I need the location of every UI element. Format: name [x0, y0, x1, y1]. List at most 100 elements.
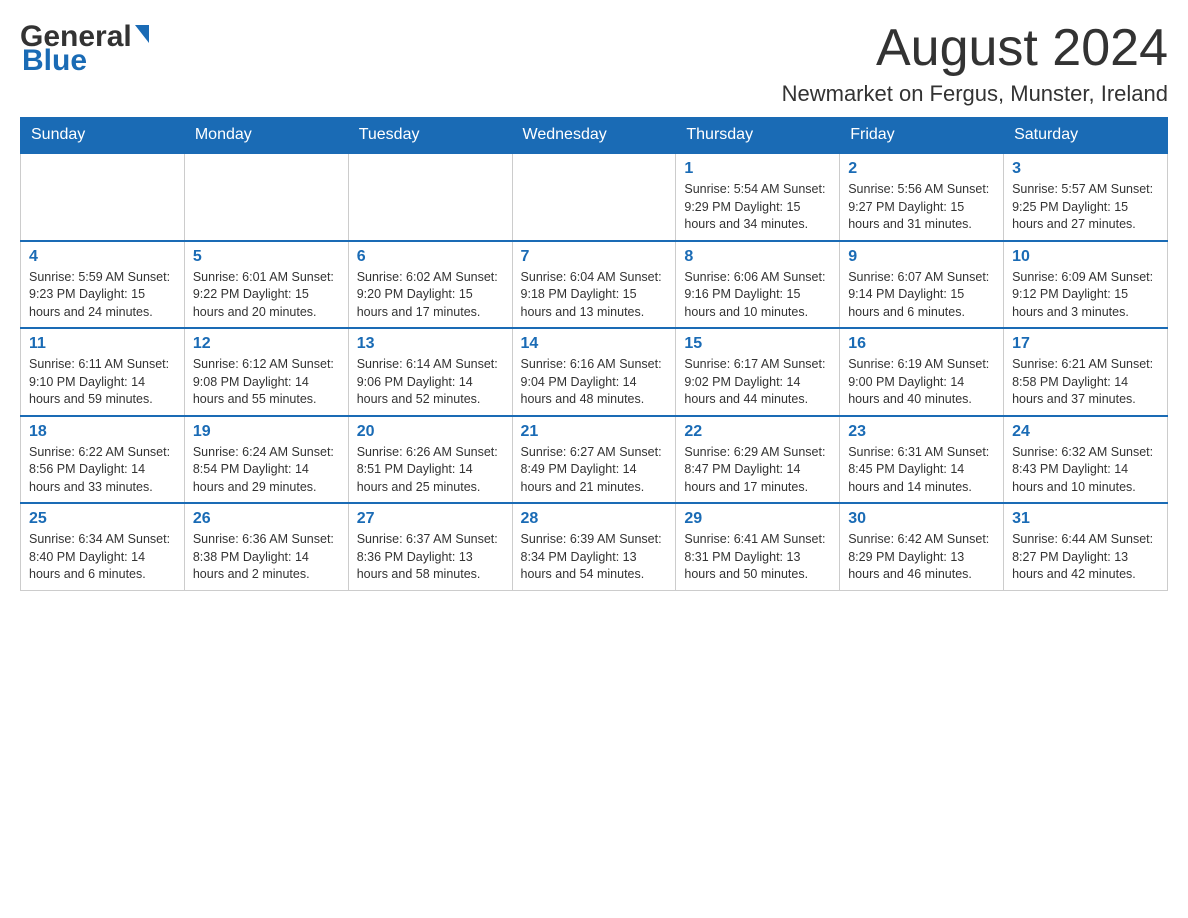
day-number: 18 [29, 423, 176, 441]
day-info: Sunrise: 6:16 AM Sunset: 9:04 PM Dayligh… [521, 356, 668, 409]
calendar-cell: 14 Sunrise: 6:16 AM Sunset: 9:04 PM Dayli… [512, 328, 676, 416]
day-number: 9 [848, 248, 995, 266]
logo: General Blue [20, 20, 149, 78]
day-info: Sunrise: 5:56 AM Sunset: 9:27 PM Dayligh… [848, 181, 995, 234]
day-number: 15 [684, 335, 831, 353]
column-header-tuesday: Tuesday [348, 118, 512, 154]
calendar-cell: 31 Sunrise: 6:44 AM Sunset: 8:27 PM Dayli… [1004, 503, 1168, 590]
day-number: 7 [521, 248, 668, 266]
day-info: Sunrise: 6:26 AM Sunset: 8:51 PM Dayligh… [357, 444, 504, 497]
day-info: Sunrise: 6:19 AM Sunset: 9:00 PM Dayligh… [848, 356, 995, 409]
calendar-cell: 24Sunrise: 6:32 AM Sunset: 8:43 PM Dayli… [1004, 416, 1168, 504]
calendar-cell: 17 Sunrise: 6:21 AM Sunset: 8:58 PM Dayli… [1004, 328, 1168, 416]
day-number: 19 [193, 423, 340, 441]
calendar-cell: 6Sunrise: 6:02 AM Sunset: 9:20 PM Daylig… [348, 241, 512, 329]
day-info: Sunrise: 6:31 AM Sunset: 8:45 PM Dayligh… [848, 444, 995, 497]
calendar-table: SundayMondayTuesdayWednesdayThursdayFrid… [20, 117, 1168, 591]
day-info: Sunrise: 6:42 AM Sunset: 8:29 PM Dayligh… [848, 531, 995, 584]
day-number: 25 [29, 510, 176, 528]
day-number: 14 [521, 335, 668, 353]
calendar-cell: 15 Sunrise: 6:17 AM Sunset: 9:02 PM Dayli… [676, 328, 840, 416]
calendar-cell: 3 Sunrise: 5:57 AM Sunset: 9:25 PM Daylig… [1004, 153, 1168, 241]
calendar-cell: 18 Sunrise: 6:22 AM Sunset: 8:56 PM Dayli… [21, 416, 185, 504]
day-info: Sunrise: 6:44 AM Sunset: 8:27 PM Dayligh… [1012, 531, 1159, 584]
day-info: Sunrise: 6:36 AM Sunset: 8:38 PM Dayligh… [193, 531, 340, 584]
column-header-sunday: Sunday [21, 118, 185, 154]
column-header-thursday: Thursday [676, 118, 840, 154]
day-number: 17 [1012, 335, 1159, 353]
day-info: Sunrise: 6:27 AM Sunset: 8:49 PM Dayligh… [521, 444, 668, 497]
calendar-cell: 7 Sunrise: 6:04 AM Sunset: 9:18 PM Daylig… [512, 241, 676, 329]
day-info: Sunrise: 6:22 AM Sunset: 8:56 PM Dayligh… [29, 444, 176, 497]
logo-blue-text: Blue [22, 44, 87, 78]
day-info: Sunrise: 6:14 AM Sunset: 9:06 PM Dayligh… [357, 356, 504, 409]
week-row-4: 18 Sunrise: 6:22 AM Sunset: 8:56 PM Dayli… [21, 416, 1168, 504]
day-number: 13 [357, 335, 504, 353]
calendar-cell: 10 Sunrise: 6:09 AM Sunset: 9:12 PM Dayli… [1004, 241, 1168, 329]
calendar-cell: 9 Sunrise: 6:07 AM Sunset: 9:14 PM Daylig… [840, 241, 1004, 329]
calendar-cell: 2 Sunrise: 5:56 AM Sunset: 9:27 PM Daylig… [840, 153, 1004, 241]
day-info: Sunrise: 6:21 AM Sunset: 8:58 PM Dayligh… [1012, 356, 1159, 409]
location-title: Newmarket on Fergus, Munster, Ireland [782, 81, 1168, 107]
calendar-cell [348, 153, 512, 241]
column-header-monday: Monday [184, 118, 348, 154]
calendar-cell: 22 Sunrise: 6:29 AM Sunset: 8:47 PM Dayli… [676, 416, 840, 504]
calendar-cell: 8 Sunrise: 6:06 AM Sunset: 9:16 PM Daylig… [676, 241, 840, 329]
day-info: Sunrise: 6:34 AM Sunset: 8:40 PM Dayligh… [29, 531, 176, 584]
calendar-cell: 19 Sunrise: 6:24 AM Sunset: 8:54 PM Dayli… [184, 416, 348, 504]
day-number: 26 [193, 510, 340, 528]
day-number: 11 [29, 335, 176, 353]
day-number: 29 [684, 510, 831, 528]
day-number: 20 [357, 423, 504, 441]
day-info: Sunrise: 6:29 AM Sunset: 8:47 PM Dayligh… [684, 444, 831, 497]
day-info: Sunrise: 6:07 AM Sunset: 9:14 PM Dayligh… [848, 269, 995, 322]
day-number: 2 [848, 160, 995, 178]
day-info: Sunrise: 5:57 AM Sunset: 9:25 PM Dayligh… [1012, 181, 1159, 234]
day-number: 16 [848, 335, 995, 353]
calendar-cell: 20 Sunrise: 6:26 AM Sunset: 8:51 PM Dayli… [348, 416, 512, 504]
calendar-cell: 23 Sunrise: 6:31 AM Sunset: 8:45 PM Dayli… [840, 416, 1004, 504]
day-number: 12 [193, 335, 340, 353]
day-info: Sunrise: 6:01 AM Sunset: 9:22 PM Dayligh… [193, 269, 340, 322]
calendar-cell: 29 Sunrise: 6:41 AM Sunset: 8:31 PM Dayli… [676, 503, 840, 590]
calendar-cell: 1 Sunrise: 5:54 AM Sunset: 9:29 PM Daylig… [676, 153, 840, 241]
week-row-5: 25 Sunrise: 6:34 AM Sunset: 8:40 PM Dayli… [21, 503, 1168, 590]
day-number: 22 [684, 423, 831, 441]
calendar-cell: 4 Sunrise: 5:59 AM Sunset: 9:23 PM Daylig… [21, 241, 185, 329]
day-info: Sunrise: 6:12 AM Sunset: 9:08 PM Dayligh… [193, 356, 340, 409]
logo-arrow-icon [135, 25, 149, 43]
calendar-cell: 25 Sunrise: 6:34 AM Sunset: 8:40 PM Dayli… [21, 503, 185, 590]
column-header-wednesday: Wednesday [512, 118, 676, 154]
day-info: Sunrise: 6:37 AM Sunset: 8:36 PM Dayligh… [357, 531, 504, 584]
day-info: Sunrise: 6:06 AM Sunset: 9:16 PM Dayligh… [684, 269, 831, 322]
calendar-cell: 11Sunrise: 6:11 AM Sunset: 9:10 PM Dayli… [21, 328, 185, 416]
day-number: 8 [684, 248, 831, 266]
day-number: 27 [357, 510, 504, 528]
day-info: Sunrise: 6:17 AM Sunset: 9:02 PM Dayligh… [684, 356, 831, 409]
day-number: 24 [1012, 423, 1159, 441]
calendar-cell: 21 Sunrise: 6:27 AM Sunset: 8:49 PM Dayli… [512, 416, 676, 504]
day-number: 10 [1012, 248, 1159, 266]
day-info: Sunrise: 5:54 AM Sunset: 9:29 PM Dayligh… [684, 181, 831, 234]
day-number: 31 [1012, 510, 1159, 528]
week-row-1: 1 Sunrise: 5:54 AM Sunset: 9:29 PM Daylig… [21, 153, 1168, 241]
month-title: August 2024 [782, 20, 1168, 77]
day-number: 21 [521, 423, 668, 441]
calendar-cell: 26 Sunrise: 6:36 AM Sunset: 8:38 PM Dayli… [184, 503, 348, 590]
week-row-2: 4 Sunrise: 5:59 AM Sunset: 9:23 PM Daylig… [21, 241, 1168, 329]
day-number: 3 [1012, 160, 1159, 178]
day-info: Sunrise: 6:24 AM Sunset: 8:54 PM Dayligh… [193, 444, 340, 497]
calendar-cell: 27 Sunrise: 6:37 AM Sunset: 8:36 PM Dayli… [348, 503, 512, 590]
column-header-saturday: Saturday [1004, 118, 1168, 154]
day-info: Sunrise: 6:09 AM Sunset: 9:12 PM Dayligh… [1012, 269, 1159, 322]
day-number: 1 [684, 160, 831, 178]
day-info: Sunrise: 5:59 AM Sunset: 9:23 PM Dayligh… [29, 269, 176, 322]
day-number: 6 [357, 248, 504, 266]
day-info: Sunrise: 6:41 AM Sunset: 8:31 PM Dayligh… [684, 531, 831, 584]
week-row-3: 11Sunrise: 6:11 AM Sunset: 9:10 PM Dayli… [21, 328, 1168, 416]
calendar-cell: 28Sunrise: 6:39 AM Sunset: 8:34 PM Dayli… [512, 503, 676, 590]
column-header-friday: Friday [840, 118, 1004, 154]
day-info: Sunrise: 6:04 AM Sunset: 9:18 PM Dayligh… [521, 269, 668, 322]
day-number: 23 [848, 423, 995, 441]
day-number: 4 [29, 248, 176, 266]
